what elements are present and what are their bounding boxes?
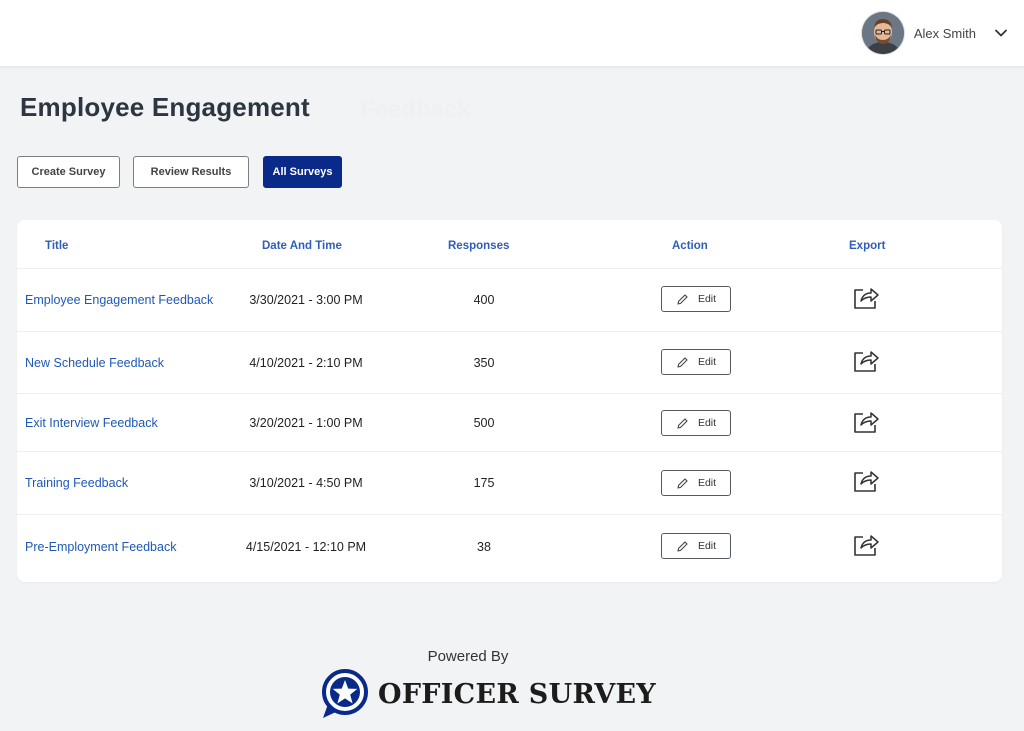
page-title: Employee Engagement: [20, 92, 310, 122]
survey-title-link[interactable]: Exit Interview Feedback: [25, 416, 158, 430]
table-row: Employee Engagement Feedback 3/30/2021 -…: [17, 268, 1002, 331]
edit-label: Edit: [697, 417, 717, 429]
survey-responses: 38: [477, 540, 491, 554]
survey-responses: 500: [473, 416, 495, 430]
user-name[interactable]: Alex Smith: [914, 26, 976, 41]
table-row: New Schedule Feedback 4/10/2021 - 2:10 P…: [17, 331, 1002, 393]
brand-logo: OFFICER SURVEY: [320, 668, 656, 720]
survey-title-link[interactable]: Pre-Employment Feedback: [25, 540, 176, 554]
brand-name: OFFICER SURVEY: [378, 678, 656, 710]
table-row: Training Feedback 3/10/2021 - 4:50 PM 17…: [17, 451, 1002, 514]
pencil-icon: [677, 540, 688, 552]
survey-responses: 400: [473, 293, 495, 307]
edit-label: Edit: [697, 293, 717, 305]
column-header-action: Action: [672, 240, 708, 252]
pencil-icon: [677, 293, 688, 305]
edit-button[interactable]: Edit: [661, 533, 731, 559]
survey-date: 3/10/2021 - 4:50 PM: [249, 476, 363, 490]
edit-label: Edit: [697, 540, 717, 552]
survey-date: 3/30/2021 - 3:00 PM: [249, 293, 363, 307]
column-header-date[interactable]: Date And Time: [262, 240, 342, 252]
surveys-table: Title Date And Time Responses Action Exp…: [17, 220, 1002, 582]
survey-responses: 175: [473, 476, 495, 490]
star-chat-bubble-icon: [322, 669, 368, 718]
create-survey-button[interactable]: Create Survey: [17, 156, 120, 188]
ghost-text: Feedback: [360, 96, 471, 123]
top-bar: Alex Smith: [0, 0, 1024, 66]
column-header-title[interactable]: Title: [45, 240, 68, 252]
export-icon[interactable]: [852, 347, 880, 373]
survey-date: 4/10/2021 - 2:10 PM: [249, 356, 363, 370]
export-icon[interactable]: [852, 531, 880, 557]
survey-title-link[interactable]: Employee Engagement Feedback: [25, 293, 213, 307]
pencil-icon: [677, 477, 688, 489]
user-avatar[interactable]: [861, 12, 904, 54]
column-header-export: Export: [849, 240, 886, 252]
edit-label: Edit: [697, 356, 717, 368]
export-icon[interactable]: [852, 408, 880, 434]
survey-responses: 350: [473, 356, 495, 370]
user-menu[interactable]: Alex Smith: [861, 12, 1008, 54]
edit-label: Edit: [697, 477, 717, 489]
review-results-button[interactable]: Review Results: [133, 156, 249, 188]
edit-button[interactable]: Edit: [661, 410, 731, 436]
survey-title-link[interactable]: Training Feedback: [25, 476, 128, 490]
edit-button[interactable]: Edit: [661, 286, 731, 312]
column-header-responses[interactable]: Responses: [448, 240, 509, 252]
powered-by-text: Powered By: [427, 648, 509, 665]
table-row: Pre-Employment Feedback 4/15/2021 - 12:1…: [17, 514, 1002, 582]
edit-button[interactable]: Edit: [661, 349, 731, 375]
export-icon[interactable]: [852, 467, 880, 493]
all-surveys-button[interactable]: All Surveys: [263, 156, 342, 188]
table-row: Exit Interview Feedback 3/20/2021 - 1:00…: [17, 393, 1002, 451]
export-icon[interactable]: [852, 284, 880, 310]
pencil-icon: [677, 356, 688, 368]
chevron-down-icon[interactable]: [994, 26, 1008, 40]
pencil-icon: [677, 417, 688, 429]
edit-button[interactable]: Edit: [661, 470, 731, 496]
survey-date: 3/20/2021 - 1:00 PM: [249, 416, 363, 430]
survey-title-link[interactable]: New Schedule Feedback: [25, 356, 164, 370]
survey-date: 4/15/2021 - 12:10 PM: [245, 540, 367, 554]
